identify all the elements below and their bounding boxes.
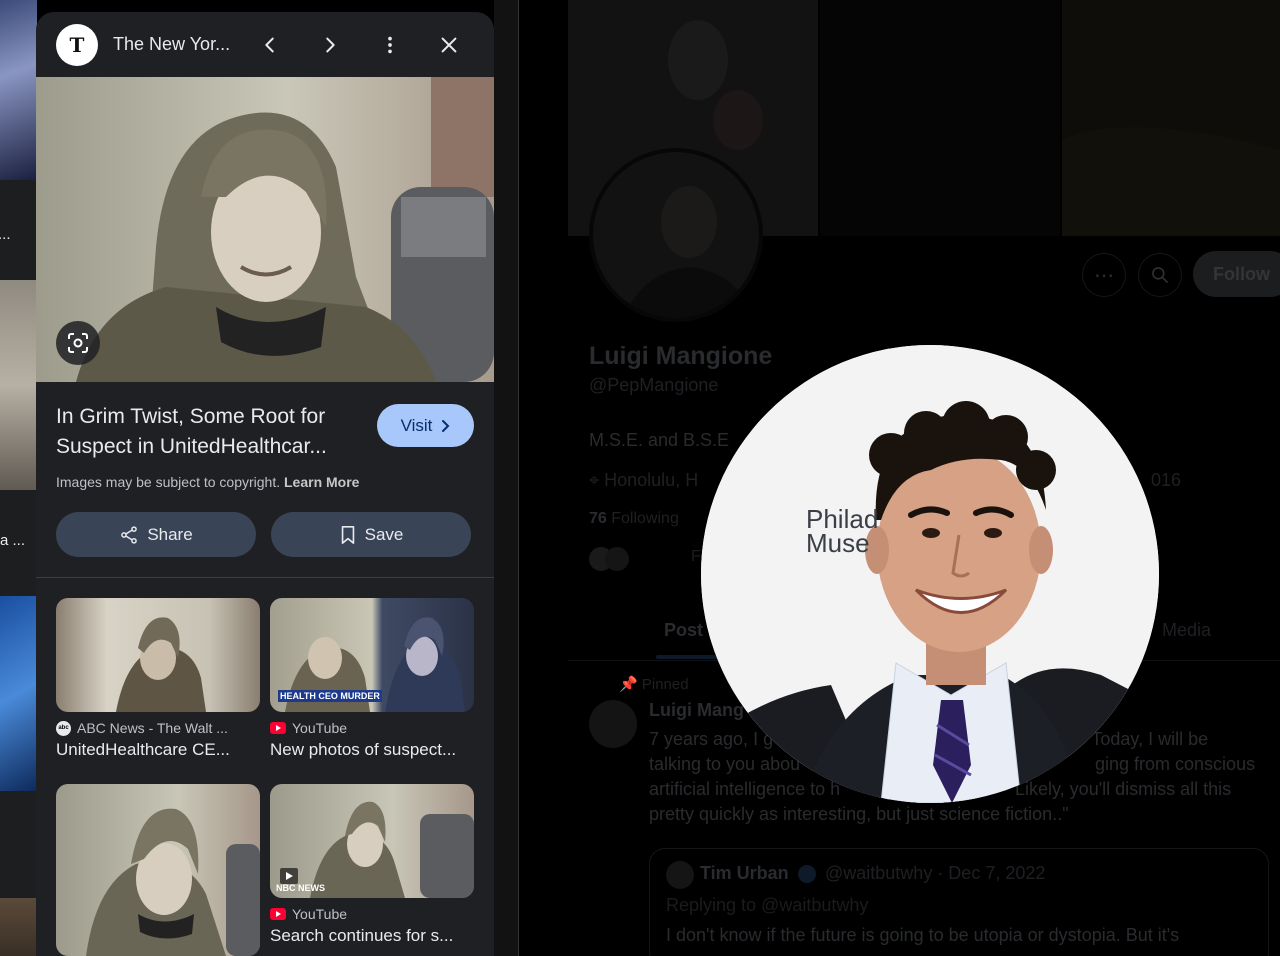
share-icon	[121, 525, 138, 544]
image-viewer-panel: T The New Yor... In Grim Twist, Some Roo…	[36, 12, 494, 956]
chevron-right-icon	[326, 37, 335, 53]
google-lens-button[interactable]	[56, 321, 100, 365]
following-count[interactable]: 76 Following	[589, 510, 679, 528]
tweet-author[interactable]: Luigi Mang	[649, 700, 744, 721]
profile-photo-enlarged[interactable]: Philad Muse	[701, 345, 1159, 803]
related-thumbnail[interactable]	[56, 784, 260, 956]
share-button[interactable]: Share	[56, 512, 256, 557]
quote-reply: Replying to @waitbutwhy	[666, 895, 869, 915]
tweet-text-continued: : "Today, I will be ging from conscious …	[1015, 729, 1256, 799]
related-result[interactable]: NBC NEWS YouTube Search continues for s.…	[270, 784, 474, 946]
scrollbar-gutter	[494, 0, 519, 956]
left-results-strip: ... a ...	[0, 0, 37, 956]
lens-icon	[68, 333, 88, 353]
profile-location: ⌖ Honolulu, H	[589, 470, 698, 491]
quote-handle-date: @waitbutwhy · Dec 7, 2022	[825, 863, 1046, 883]
visit-label: Visit	[400, 415, 433, 435]
close-icon	[441, 37, 457, 53]
joined-date: 016	[1151, 470, 1182, 490]
previous-button[interactable]	[254, 29, 286, 61]
search-button[interactable]	[1138, 253, 1182, 297]
related-result[interactable]	[56, 784, 260, 956]
related-caption: UnitedHealthcare CE...	[56, 740, 230, 759]
result-snippet: a ...	[0, 532, 26, 549]
save-button[interactable]: Save	[271, 512, 471, 557]
result-thumbnail[interactable]	[0, 898, 37, 956]
more-vert-icon	[388, 36, 392, 54]
tab-media[interactable]: Media	[1162, 620, 1211, 641]
profile-bio: M.S.E. and B.S.E	[589, 430, 730, 450]
next-button[interactable]	[314, 29, 346, 61]
pinned-label: 📌 Pinned	[619, 676, 689, 693]
related-result[interactable]: abc ABC News - The Walt ... UnitedHealth…	[56, 598, 260, 760]
youtube-icon	[270, 908, 286, 920]
nyt-logo-icon[interactable]: T	[56, 24, 98, 66]
video-overlay-label: HEALTH CEO MURDER	[280, 691, 380, 701]
viewer-header: T The New Yor...	[36, 12, 494, 77]
save-label: Save	[364, 524, 404, 544]
related-result[interactable]: HEALTH CEO MURDER YouTube New photos of …	[270, 598, 474, 760]
related-thumbnail[interactable]: NBC NEWS	[270, 784, 474, 898]
backdrop-text: Muse	[806, 528, 870, 558]
related-source: YouTube	[292, 720, 348, 736]
copyright-text: Images may be subject to copyright.	[56, 474, 281, 490]
surveillance-photo	[36, 77, 494, 382]
more-horiz-icon: ⋯	[1094, 264, 1114, 287]
profile-avatar[interactable]	[589, 148, 763, 322]
video-overlay-label: NBC NEWS	[276, 883, 325, 893]
related-source: ABC News - The Walt ...	[77, 720, 228, 736]
quote-text: I don't know if the future is going to b…	[666, 925, 1180, 945]
pin-icon: 📌	[619, 676, 642, 693]
share-label: Share	[147, 524, 193, 544]
followers-avatars	[589, 545, 649, 575]
search-icon	[1152, 267, 1169, 284]
related-thumbnail[interactable]: HEALTH CEO MURDER	[270, 598, 474, 712]
abc-news-icon: abc	[56, 720, 71, 736]
bookmark-icon	[341, 525, 354, 544]
quoted-tweet[interactable]: Tim Urban @waitbutwhy · Dec 7, 2022 Repl…	[649, 848, 1269, 956]
main-image[interactable]	[36, 77, 494, 382]
divider	[36, 577, 494, 578]
location-text: Honolulu, H	[604, 470, 699, 490]
youtube-icon	[270, 722, 286, 734]
location-icon: ⌖	[589, 470, 605, 490]
result-snippet: ...	[0, 226, 11, 243]
result-thumbnail[interactable]	[0, 0, 37, 180]
result-thumbnail[interactable]	[0, 596, 37, 791]
related-caption: Search continues for s...	[270, 926, 454, 945]
more-options-button[interactable]	[374, 29, 406, 61]
source-name[interactable]: The New Yor...	[113, 34, 230, 55]
tweet-avatar[interactable]	[589, 700, 637, 748]
quote-avatar	[666, 861, 694, 889]
close-button[interactable]	[433, 29, 465, 61]
result-title[interactable]: In Grim Twist, Some Root for Suspect in …	[56, 402, 366, 462]
more-options-button[interactable]: ⋯	[1082, 253, 1126, 297]
verified-badge-icon	[798, 865, 816, 883]
related-thumbnail[interactable]	[56, 598, 260, 712]
tab-posts[interactable]: Post	[664, 620, 703, 641]
related-caption: New photos of suspect...	[270, 740, 457, 759]
visit-button[interactable]: Visit	[377, 404, 474, 447]
profile-name: Luigi Mangione	[589, 342, 773, 370]
related-source: YouTube	[292, 906, 348, 922]
chevron-left-icon	[265, 37, 274, 53]
chevron-right-icon	[442, 419, 450, 432]
profile-handle: @PepMangione	[589, 375, 719, 395]
learn-more-link[interactable]: Learn More	[284, 474, 359, 490]
result-thumbnail[interactable]	[0, 280, 37, 490]
follow-button[interactable]: Follow	[1193, 251, 1280, 297]
quote-author: Tim Urban	[700, 863, 789, 883]
copyright-notice: Images may be subject to copyright. Lear…	[56, 474, 359, 490]
